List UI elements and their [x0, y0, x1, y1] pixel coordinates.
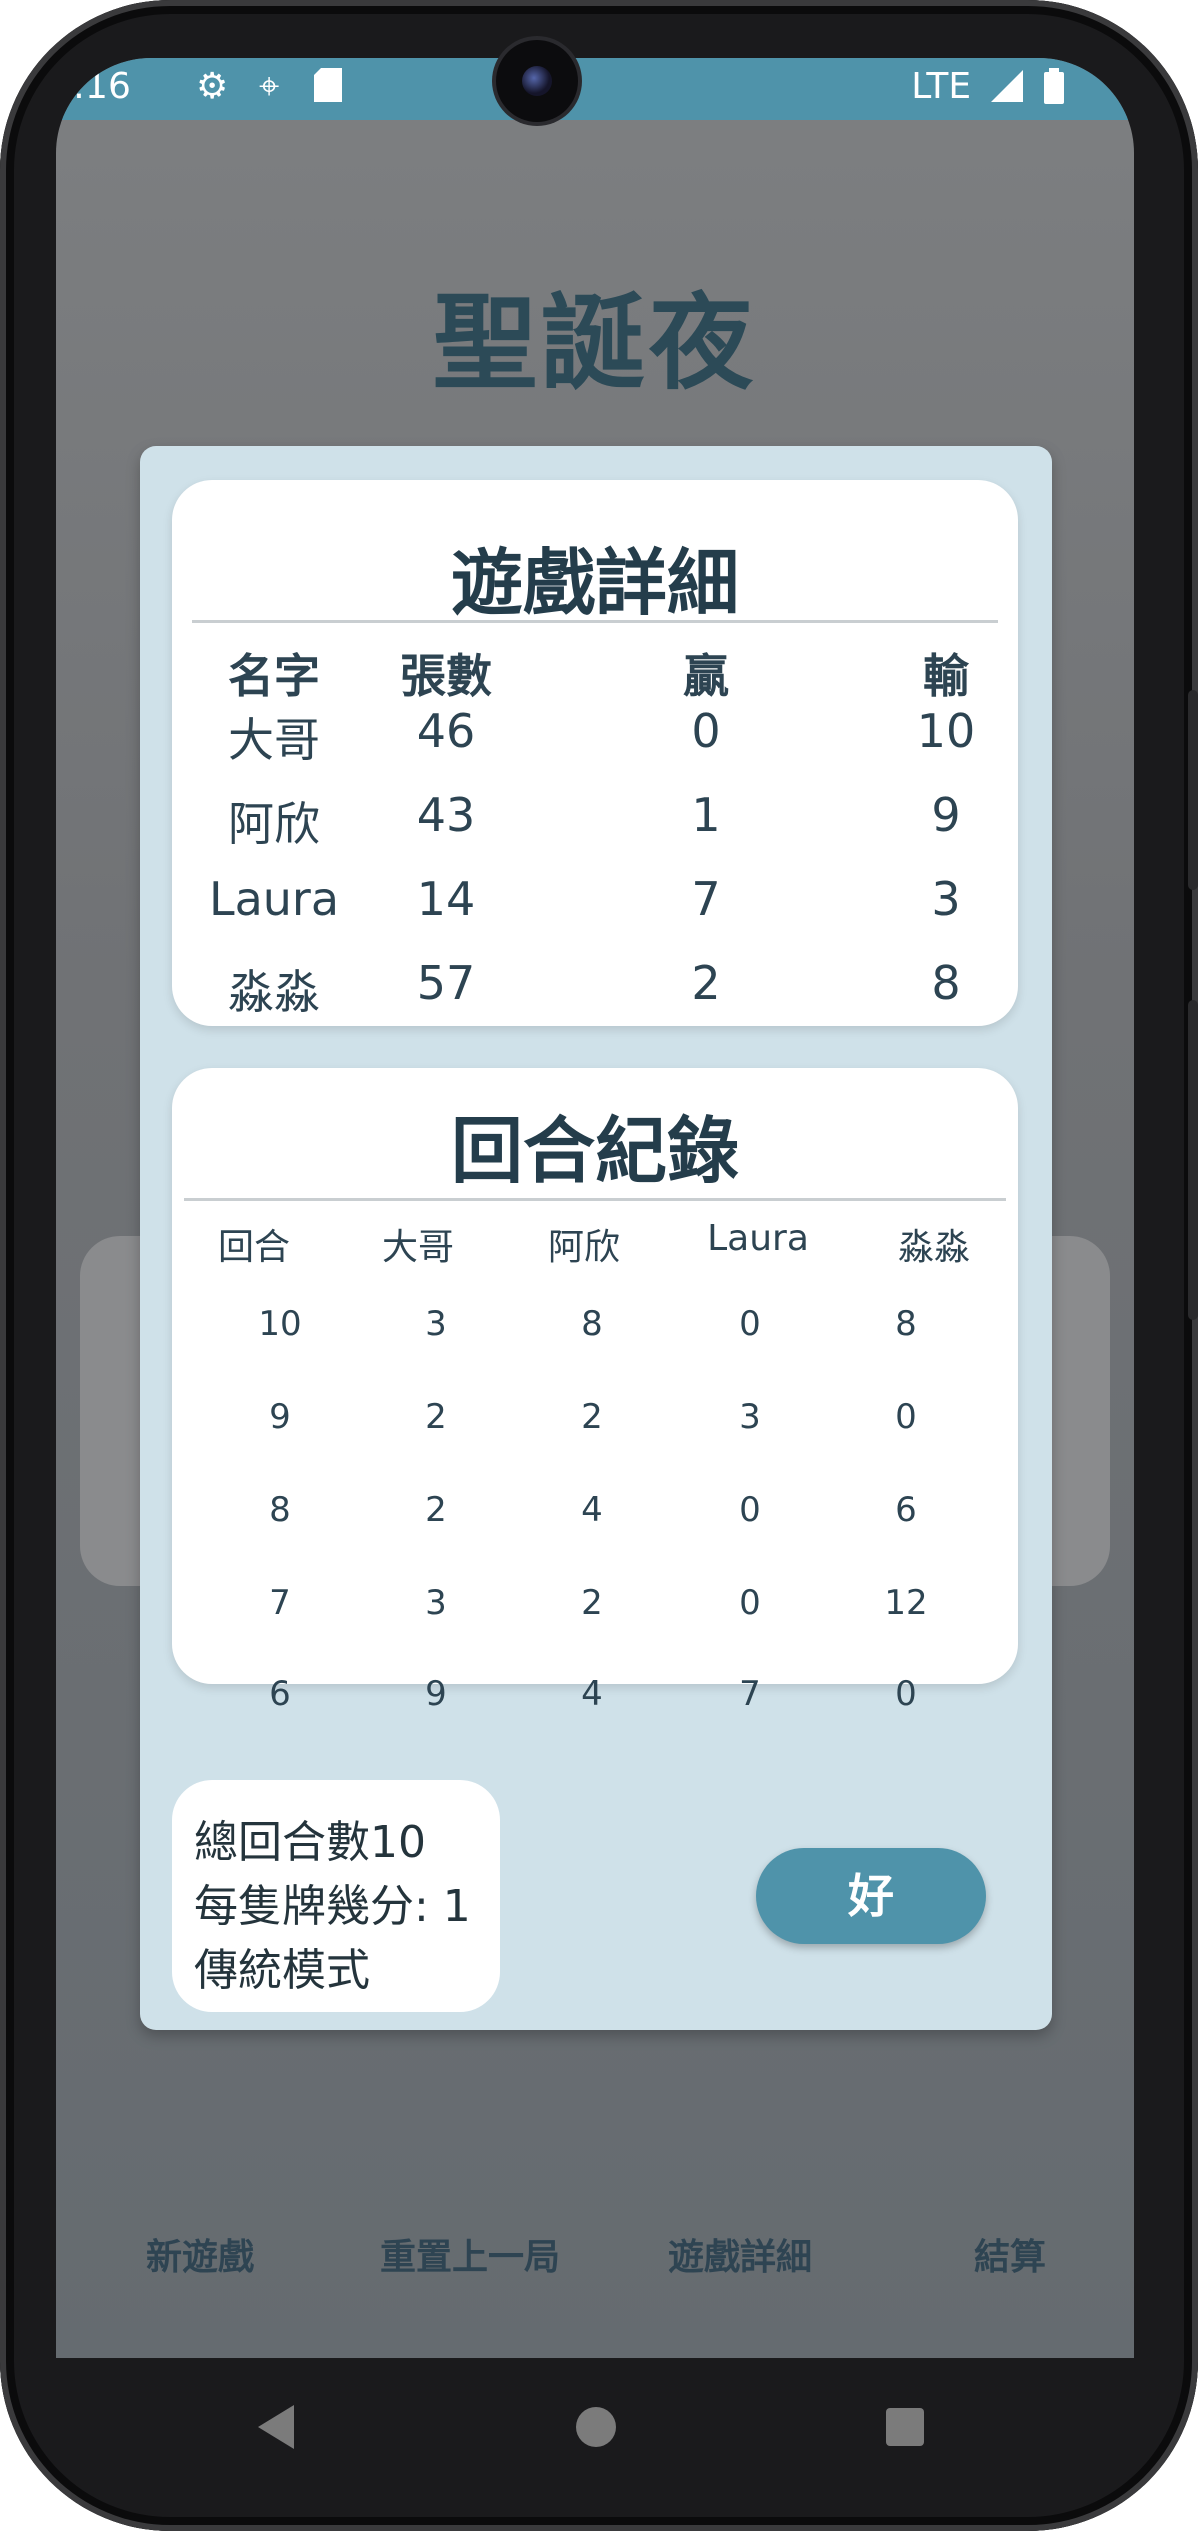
rounds-header-player: 淼淼 — [897, 1227, 971, 1268]
details-cell: 8 — [931, 956, 961, 1010]
rounds-cell: 7 — [739, 1674, 761, 1714]
details-divider — [192, 620, 998, 623]
rounds-cell: 0 — [739, 1490, 761, 1530]
details-cell: 大哥 — [228, 713, 320, 767]
power-button — [1188, 1000, 1198, 1320]
rounds-cell: 2 — [581, 1397, 603, 1437]
game-details-button[interactable]: 遊戲詳細 — [668, 2228, 812, 2280]
rounds-cell: 3 — [739, 1397, 761, 1437]
status-bar: 2:16 ⚙ ⌖ LTE — [56, 58, 1134, 120]
new-game-button[interactable]: 新遊戲 — [146, 2228, 254, 2280]
details-cell: 57 — [416, 956, 476, 1010]
bottom-nav: 新遊戲 重置上一局 遊戲詳細 結算 — [56, 2228, 1134, 2288]
rounds-cell: 8 — [895, 1304, 917, 1344]
details-cell: 阿欣 — [228, 797, 320, 851]
front-camera — [496, 40, 578, 122]
details-card: 遊戲詳細 名字 張數 贏 輸 大哥 46 0 10 阿欣 43 1 9 Laur… — [172, 480, 1018, 1026]
details-cell: 10 — [916, 704, 976, 758]
network-type: LTE — [911, 66, 972, 107]
details-cell: 0 — [691, 704, 721, 758]
home-nav-icon[interactable] — [576, 2407, 616, 2447]
details-cell: 1 — [691, 788, 721, 842]
details-cell: Laura — [208, 872, 340, 926]
game-mode-text: 傳統模式 — [194, 1945, 370, 1996]
rounds-cell: 2 — [425, 1490, 447, 1530]
app-title: 聖誕夜 — [432, 282, 757, 404]
rounds-header-round: 回合 — [217, 1227, 291, 1268]
details-header-losses: 輸 — [923, 649, 969, 703]
rounds-header-player: 大哥 — [381, 1227, 455, 1268]
rounds-cell: 6 — [269, 1674, 291, 1714]
details-cell: 淼淼 — [228, 965, 320, 1019]
rounds-title: 回合紀錄 — [450, 1109, 739, 1193]
rounds-cell: 0 — [739, 1304, 761, 1344]
details-header-wins: 贏 — [683, 649, 729, 703]
total-rounds-text: 總回合數10 — [194, 1817, 426, 1868]
details-cell: 43 — [416, 788, 476, 842]
rounds-cell: 2 — [581, 1583, 603, 1623]
rounds-cell: 4 — [581, 1674, 603, 1714]
rounds-cell: 0 — [895, 1674, 917, 1714]
rounds-cell: 3 — [425, 1583, 447, 1623]
rounds-card: 回合紀錄 回合 大哥 阿欣 Laura 淼淼 10 3 8 0 8 9 2 2 … — [172, 1068, 1018, 1714]
sd-card-icon — [314, 68, 342, 111]
back-nav-icon[interactable] — [258, 2405, 294, 2449]
rounds-cell: 6 — [895, 1490, 917, 1530]
rounds-cell: 2 — [425, 1397, 447, 1437]
details-cell: 7 — [691, 872, 721, 926]
details-header-cards: 張數 — [400, 649, 492, 703]
rounds-cell: 9 — [425, 1674, 447, 1714]
rounds-header-player: Laura — [707, 1218, 809, 1259]
undo-last-round-button[interactable]: 重置上一局 — [380, 2228, 560, 2280]
details-header-name: 名字 — [228, 649, 320, 703]
rounds-cell: 3 — [425, 1304, 447, 1344]
details-cell: 46 — [416, 704, 476, 758]
details-cell: 3 — [931, 872, 961, 926]
details-cell: 2 — [691, 956, 721, 1010]
volume-button — [1188, 690, 1198, 890]
signal-icon — [990, 70, 1023, 102]
settings-gear-icon: ⚙ — [196, 66, 229, 107]
rounds-cell: 0 — [895, 1397, 917, 1437]
rounds-cell: 8 — [269, 1490, 291, 1530]
rounds-cell: 7 — [269, 1583, 291, 1623]
rounds-divider — [184, 1198, 1006, 1201]
rounds-header-player: 阿欣 — [547, 1227, 621, 1268]
battery-icon — [1044, 68, 1064, 104]
recents-nav-icon[interactable] — [886, 2408, 924, 2446]
rounds-cell: 8 — [581, 1304, 603, 1344]
points-per-card-text: 每隻牌幾分: 1 — [194, 1881, 471, 1932]
settle-button[interactable]: 結算 — [974, 2228, 1046, 2280]
location-icon: ⌖ — [259, 66, 280, 107]
details-cell: 9 — [931, 788, 961, 842]
status-right: LTE — [911, 66, 1064, 107]
details-cell: 14 — [416, 872, 476, 926]
rounds-cell: 0 — [739, 1583, 761, 1623]
rounds-cell: 12 — [884, 1583, 928, 1623]
rounds-cell: 4 — [581, 1490, 603, 1530]
details-title: 遊戲詳細 — [450, 541, 739, 625]
ok-button[interactable]: 好 — [756, 1848, 986, 1944]
rounds-cell: 10 — [258, 1304, 302, 1344]
rounds-cell: 9 — [269, 1397, 291, 1437]
status-time: 2:16 — [56, 66, 131, 107]
summary-card: 總回合數10 每隻牌幾分: 1 傳統模式 — [172, 1780, 500, 2012]
game-details-dialog: 遊戲詳細 名字 張數 贏 輸 大哥 46 0 10 阿欣 43 1 9 Laur… — [140, 446, 1052, 2030]
